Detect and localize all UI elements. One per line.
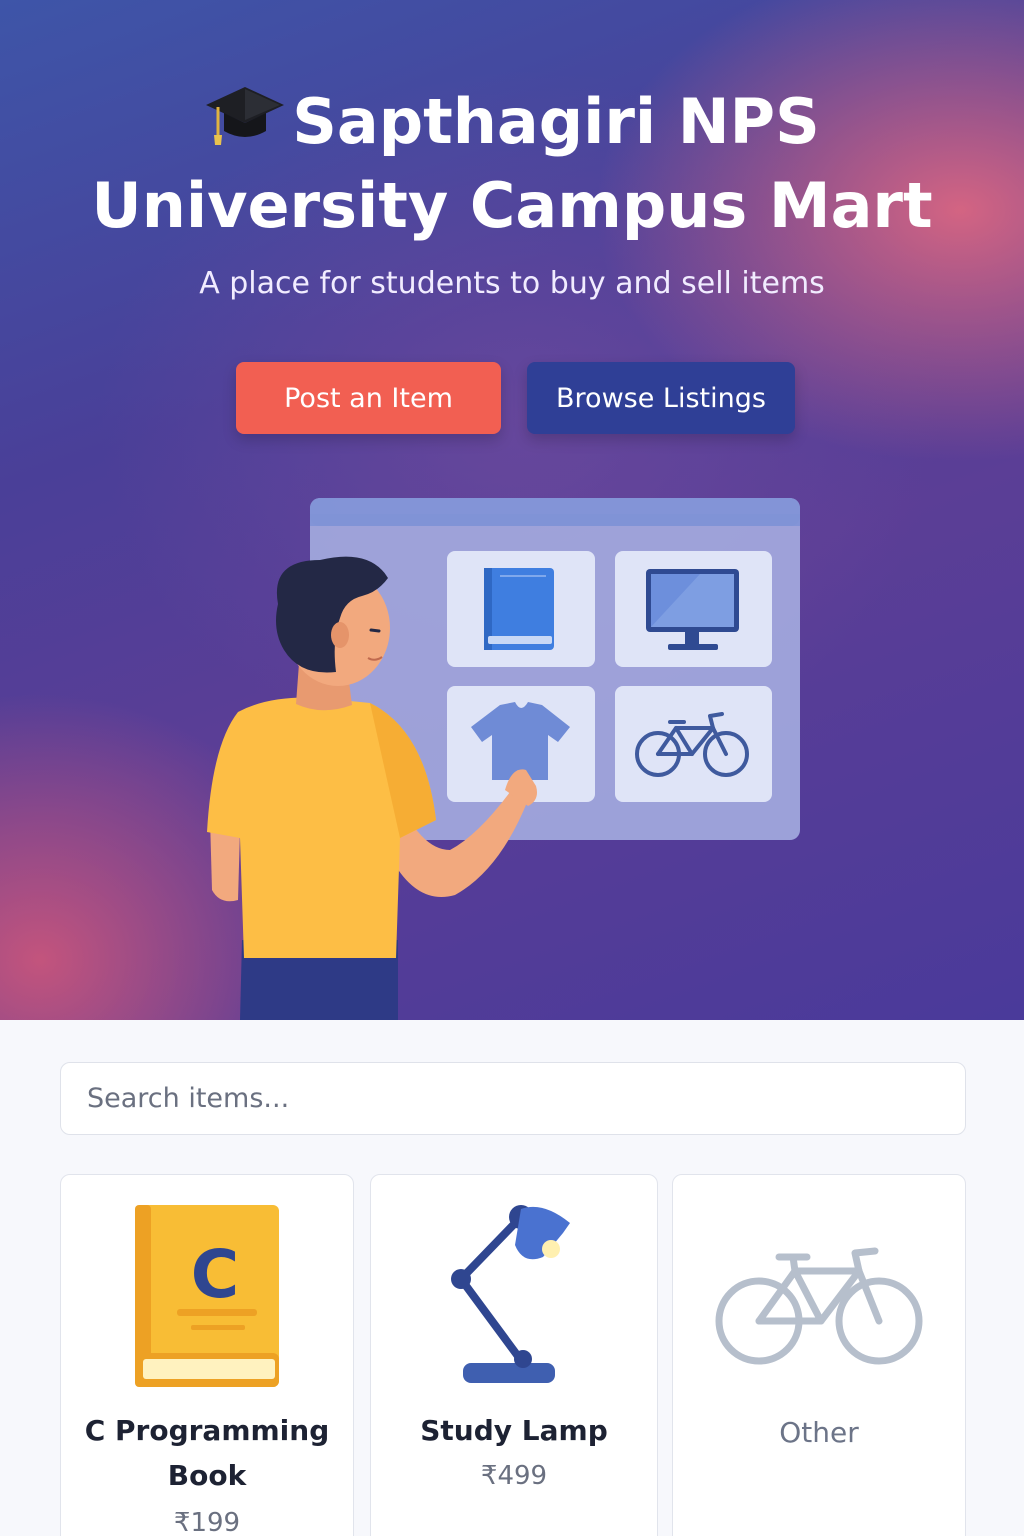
hero-illustration	[207, 498, 800, 1020]
desk-lamp-icon	[451, 1205, 570, 1383]
book-icon	[484, 568, 554, 650]
search-input[interactable]	[60, 1062, 966, 1135]
item-price: ₹199	[173, 1508, 241, 1536]
item-price: ₹499	[480, 1461, 548, 1491]
item-card-c-programming-book[interactable]: C C Programming Book ₹199	[60, 1174, 354, 1536]
bicycle-icon	[715, 1247, 923, 1365]
svg-text:C: C	[191, 1236, 239, 1313]
item-name: Other	[779, 1416, 859, 1449]
item-name: Study Lamp	[420, 1414, 608, 1447]
item-card-other[interactable]: Other	[672, 1174, 966, 1536]
item-card-study-lamp[interactable]: Study Lamp ₹499	[370, 1174, 658, 1536]
item-name: C Programming Book	[84, 1414, 330, 1492]
hero-section: Sapthagiri NPS University Campus Mart A …	[0, 0, 1024, 1020]
c-book-icon: C	[135, 1205, 279, 1387]
